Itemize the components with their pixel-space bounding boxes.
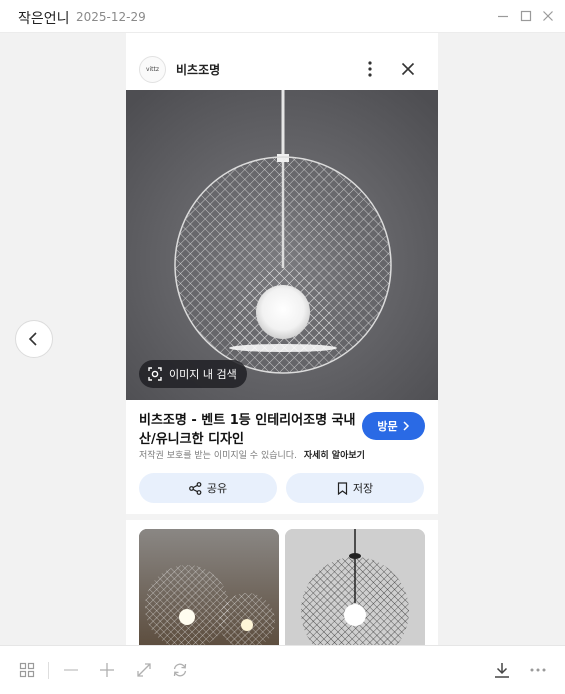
more-horizontal-icon[interactable] bbox=[528, 660, 548, 680]
bookmark-icon bbox=[337, 481, 347, 495]
viewer-toolbar bbox=[0, 645, 565, 694]
rotate-icon[interactable] bbox=[170, 660, 190, 680]
related-black-lamp-image bbox=[285, 529, 425, 645]
chevron-left-icon bbox=[28, 332, 37, 346]
close-icon[interactable] bbox=[539, 7, 557, 25]
image-search-label: 이미지 내 검색 bbox=[169, 368, 237, 381]
maximize-icon[interactable] bbox=[517, 7, 535, 25]
save-button[interactable]: 저장 bbox=[286, 473, 424, 503]
share-button[interactable]: 공유 bbox=[139, 473, 277, 503]
minimize-icon[interactable] bbox=[494, 7, 512, 25]
main-image[interactable]: 이미지 내 검색 bbox=[126, 90, 438, 400]
window-title: 작은언니 bbox=[18, 11, 70, 27]
source-name[interactable]: 비츠조명 bbox=[176, 61, 220, 78]
related-lamps-image bbox=[139, 529, 279, 645]
learn-more-link[interactable]: 자세히 알아보기 bbox=[304, 451, 365, 461]
expand-icon[interactable] bbox=[134, 660, 154, 680]
source-logo-text: vittz bbox=[145, 66, 160, 73]
share-icon bbox=[188, 481, 202, 495]
close-icon[interactable] bbox=[398, 59, 418, 79]
copyright-notice: 저작권 보호를 받는 이미지일 수 있습니다. 자세히 알아보기 bbox=[139, 448, 365, 461]
window-titlebar: 작은언니 2025-12-29 bbox=[0, 0, 565, 33]
zoom-out-icon[interactable] bbox=[61, 660, 81, 680]
save-label: 저장 bbox=[352, 482, 374, 495]
source-header: vittz 비츠조명 bbox=[126, 33, 438, 90]
grid-icon[interactable] bbox=[17, 660, 37, 680]
related-image[interactable] bbox=[285, 529, 425, 645]
result-title[interactable]: 비츠조명 - 벤트 1등 인테리어조명 국내산/유니크한 디자인 bbox=[139, 411, 364, 449]
more-vertical-icon[interactable] bbox=[360, 59, 380, 79]
lens-search-icon bbox=[148, 367, 162, 381]
section-divider bbox=[126, 514, 438, 520]
image-search-button[interactable]: 이미지 내 검색 bbox=[139, 360, 247, 388]
pendant-lamp-image bbox=[126, 90, 438, 400]
toolbar-separator bbox=[48, 662, 49, 679]
download-icon[interactable] bbox=[492, 660, 512, 680]
image-detail-panel: vittz 비츠조명 이미지 내 검색 비츠조명 - 벤트 1등 인테리어조명 … bbox=[126, 33, 438, 645]
window-date: 2025-12-29 bbox=[76, 10, 146, 24]
copyright-text: 저작권 보호를 받는 이미지일 수 있습니다. bbox=[139, 451, 297, 461]
previous-button[interactable] bbox=[15, 320, 53, 358]
visit-label: 방문 bbox=[377, 420, 398, 433]
share-label: 공유 bbox=[206, 482, 228, 495]
source-logo[interactable]: vittz bbox=[139, 56, 166, 83]
visit-button[interactable]: 방문 bbox=[362, 412, 425, 440]
related-image[interactable] bbox=[139, 529, 279, 645]
zoom-in-icon[interactable] bbox=[97, 660, 117, 680]
chevron-right-icon bbox=[403, 421, 409, 431]
